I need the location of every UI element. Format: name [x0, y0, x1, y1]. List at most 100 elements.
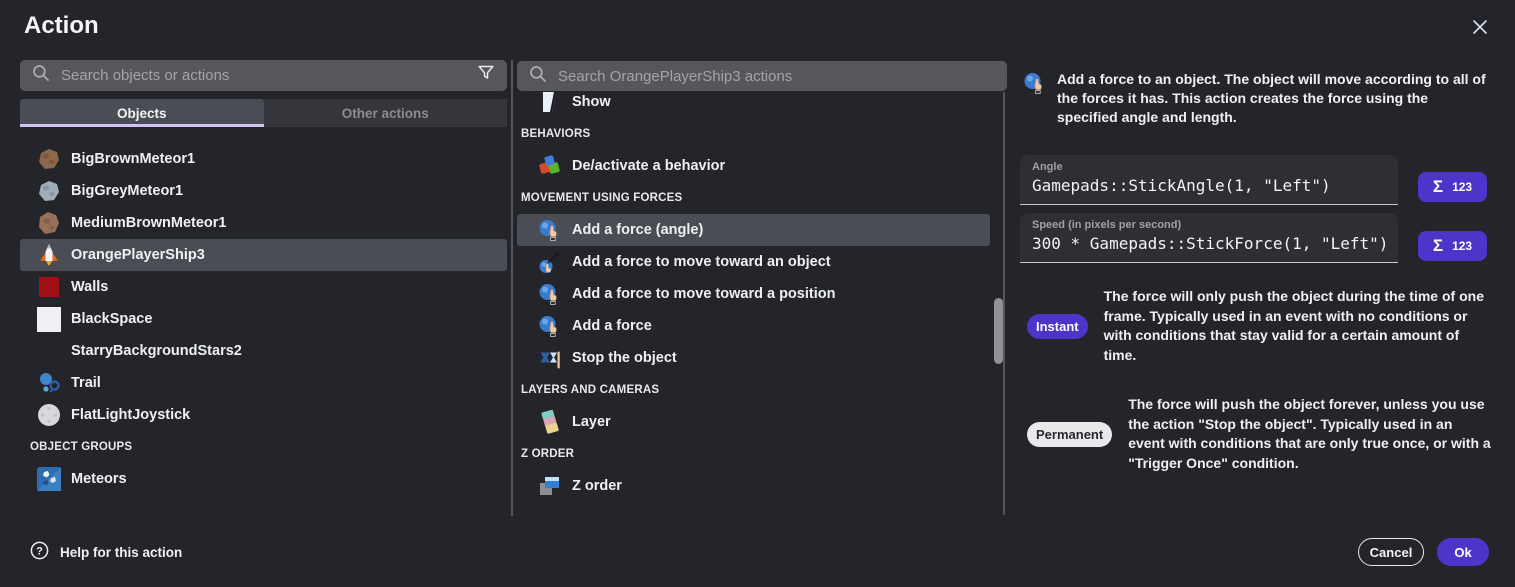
action-section-behaviors: BEHAVIORS — [517, 118, 990, 150]
object-item-label: BlackSpace — [71, 311, 152, 327]
object-item-label: OrangePlayerShip3 — [71, 247, 205, 263]
action-item-label: Add a force to move toward an object — [572, 254, 831, 270]
close-button[interactable] — [1464, 12, 1496, 44]
objects-list: BigBrownMeteor1 BigGreyMeteor1 MediumBrown… — [20, 143, 507, 495]
numbers-icon: 123 — [1452, 180, 1472, 194]
object-item-bigbrownmeteor1[interactable]: BigBrownMeteor1 — [20, 143, 507, 175]
action-section-layers-and-cameras: LAYERS AND CAMERAS — [517, 374, 990, 406]
actions-search-input[interactable] — [558, 68, 995, 85]
object-item-orangeplayership3[interactable]: OrangePlayerShip3 — [20, 239, 507, 271]
object-item-label: BigBrownMeteor1 — [71, 151, 195, 167]
action-section-z-order: Z ORDER — [517, 438, 990, 470]
numbers-icon: 123 — [1452, 239, 1472, 253]
action-item-label: Add a force — [572, 318, 652, 334]
speed-field-value[interactable]: 300 * Gamepads::StickForce(1, "Left") — [1032, 234, 1386, 253]
left-panel-tabs: Objects Other actions — [20, 99, 507, 127]
brown-meteor-icon — [36, 146, 62, 172]
object-item-label: Walls — [71, 279, 108, 295]
joystick-icon — [36, 402, 62, 428]
action-item-label: De/activate a behavior — [572, 158, 725, 174]
action-item-add-a-force-to-move-toward-a-position[interactable]: Add a force to move toward a position — [517, 278, 990, 310]
force-icon — [537, 217, 563, 243]
action-item-show[interactable]: Show — [517, 86, 990, 118]
object-item-mediumbrownmeteor1[interactable]: MediumBrownMeteor1 — [20, 207, 507, 239]
action-item-z-order[interactable]: Z order — [517, 470, 990, 502]
tab-other-actions[interactable]: Other actions — [264, 99, 508, 127]
svg-text:?: ? — [36, 545, 43, 557]
action-item-add-a-force-angle[interactable]: Add a force (angle) — [517, 214, 990, 246]
action-summary: Add a force to an object. The object wil… — [1022, 70, 1488, 127]
objects-search-input[interactable] — [61, 67, 466, 84]
object-item-trail[interactable]: Trail — [20, 367, 507, 399]
close-icon — [1470, 17, 1490, 40]
permanent-note-text: The force will push the object forever, … — [1128, 395, 1492, 473]
angle-field-label: Angle — [1032, 161, 1386, 173]
object-item-label: StarryBackgroundStars2 — [71, 343, 242, 359]
angle-field-value[interactable]: Gamepads::StickAngle(1, "Left") — [1032, 176, 1386, 195]
force-icon — [537, 313, 563, 339]
instant-note: Instant The force will only push the obj… — [1027, 287, 1492, 365]
sigma-icon: Σ — [1433, 177, 1443, 197]
object-item-flatlightjoystick[interactable]: FlatLightJoystick — [20, 399, 507, 431]
help-link-label: Help for this action — [60, 545, 182, 560]
stop-icon — [537, 345, 563, 371]
action-item-add-a-force-to-move-toward-an-object[interactable]: Add a force to move toward an object — [517, 246, 990, 278]
layer-icon — [537, 409, 563, 435]
tab-objects[interactable]: Objects — [20, 99, 264, 127]
object-item-label: BigGreyMeteor1 — [71, 183, 183, 199]
actions-list: Show BEHAVIORS De/activate a behavior MOVEM… — [517, 86, 990, 502]
object-item-walls[interactable]: Walls — [20, 271, 507, 303]
action-section-movement-using-forces: MOVEMENT USING FORCES — [517, 182, 990, 214]
speed-field[interactable]: Speed (in pixels per second) 300 * Gamep… — [1020, 213, 1398, 263]
action-item-stop-the-object[interactable]: Stop the object — [517, 342, 990, 374]
object-item-label: FlatLightJoystick — [71, 407, 190, 423]
blank-icon — [36, 338, 62, 364]
instant-badge[interactable]: Instant — [1027, 314, 1088, 339]
object-item-biggreymeteor1[interactable]: BigGreyMeteor1 — [20, 175, 507, 207]
search-icon — [32, 64, 50, 87]
force-toward-object-icon — [537, 249, 563, 275]
grey-meteor-icon — [36, 178, 62, 204]
filter-icon[interactable] — [477, 64, 495, 87]
action-item-label: Add a force to move toward a position — [572, 286, 835, 302]
action-item-label: Add a force (angle) — [572, 222, 703, 238]
action-item-add-a-force[interactable]: Add a force — [517, 310, 990, 342]
object-item-meteors[interactable]: Meteors — [20, 463, 507, 495]
tab-objects-label: Objects — [117, 106, 167, 121]
ok-button[interactable]: Ok — [1437, 538, 1489, 566]
object-item-label: Trail — [71, 375, 101, 391]
actions-scrollbar-track[interactable] — [1003, 92, 1005, 515]
object-item-starrybackgroundstars2[interactable]: StarryBackgroundStars2 — [20, 335, 507, 367]
object-item-label: MediumBrownMeteor1 — [71, 215, 227, 231]
action-description: Add a force to an object. The object wil… — [1057, 70, 1488, 127]
speed-field-label: Speed (in pixels per second) — [1032, 219, 1386, 231]
action-item-de-activate-a-behavior[interactable]: De/activate a behavior — [517, 150, 990, 182]
tab-other-actions-label: Other actions — [342, 106, 429, 121]
actions-scrollbar-thumb[interactable] — [994, 298, 1003, 364]
action-item-label: Stop the object — [572, 350, 677, 366]
red-square-icon — [36, 274, 62, 300]
action-item-layer[interactable]: Layer — [517, 406, 990, 438]
help-link[interactable]: ? Help for this action — [30, 541, 182, 563]
object-item-label: Meteors — [71, 471, 127, 487]
page-title: Action — [24, 12, 99, 40]
blue-dots-icon — [36, 370, 62, 396]
speed-expression-editor-button[interactable]: Σ 123 — [1418, 231, 1487, 261]
behavior-icon — [537, 153, 563, 179]
angle-field[interactable]: Angle Gamepads::StickAngle(1, "Left") — [1020, 155, 1398, 205]
cancel-button[interactable]: Cancel — [1358, 538, 1424, 566]
objects-search — [20, 60, 507, 91]
objects-scrollbar-track[interactable] — [511, 60, 513, 516]
angle-expression-editor-button[interactable]: Σ 123 — [1418, 172, 1487, 202]
permanent-badge[interactable]: Permanent — [1027, 422, 1112, 447]
instant-note-text: The force will only push the object duri… — [1104, 287, 1492, 365]
object-section-object-groups: OBJECT GROUPS — [20, 431, 507, 463]
action-item-label: Layer — [572, 414, 611, 430]
show-icon — [537, 89, 563, 115]
action-item-label: Show — [572, 94, 611, 110]
object-item-blackspace[interactable]: BlackSpace — [20, 303, 507, 335]
search-icon — [529, 65, 547, 88]
force-icon — [537, 281, 563, 307]
add-force-icon — [1022, 70, 1048, 96]
help-icon: ? — [30, 541, 49, 563]
